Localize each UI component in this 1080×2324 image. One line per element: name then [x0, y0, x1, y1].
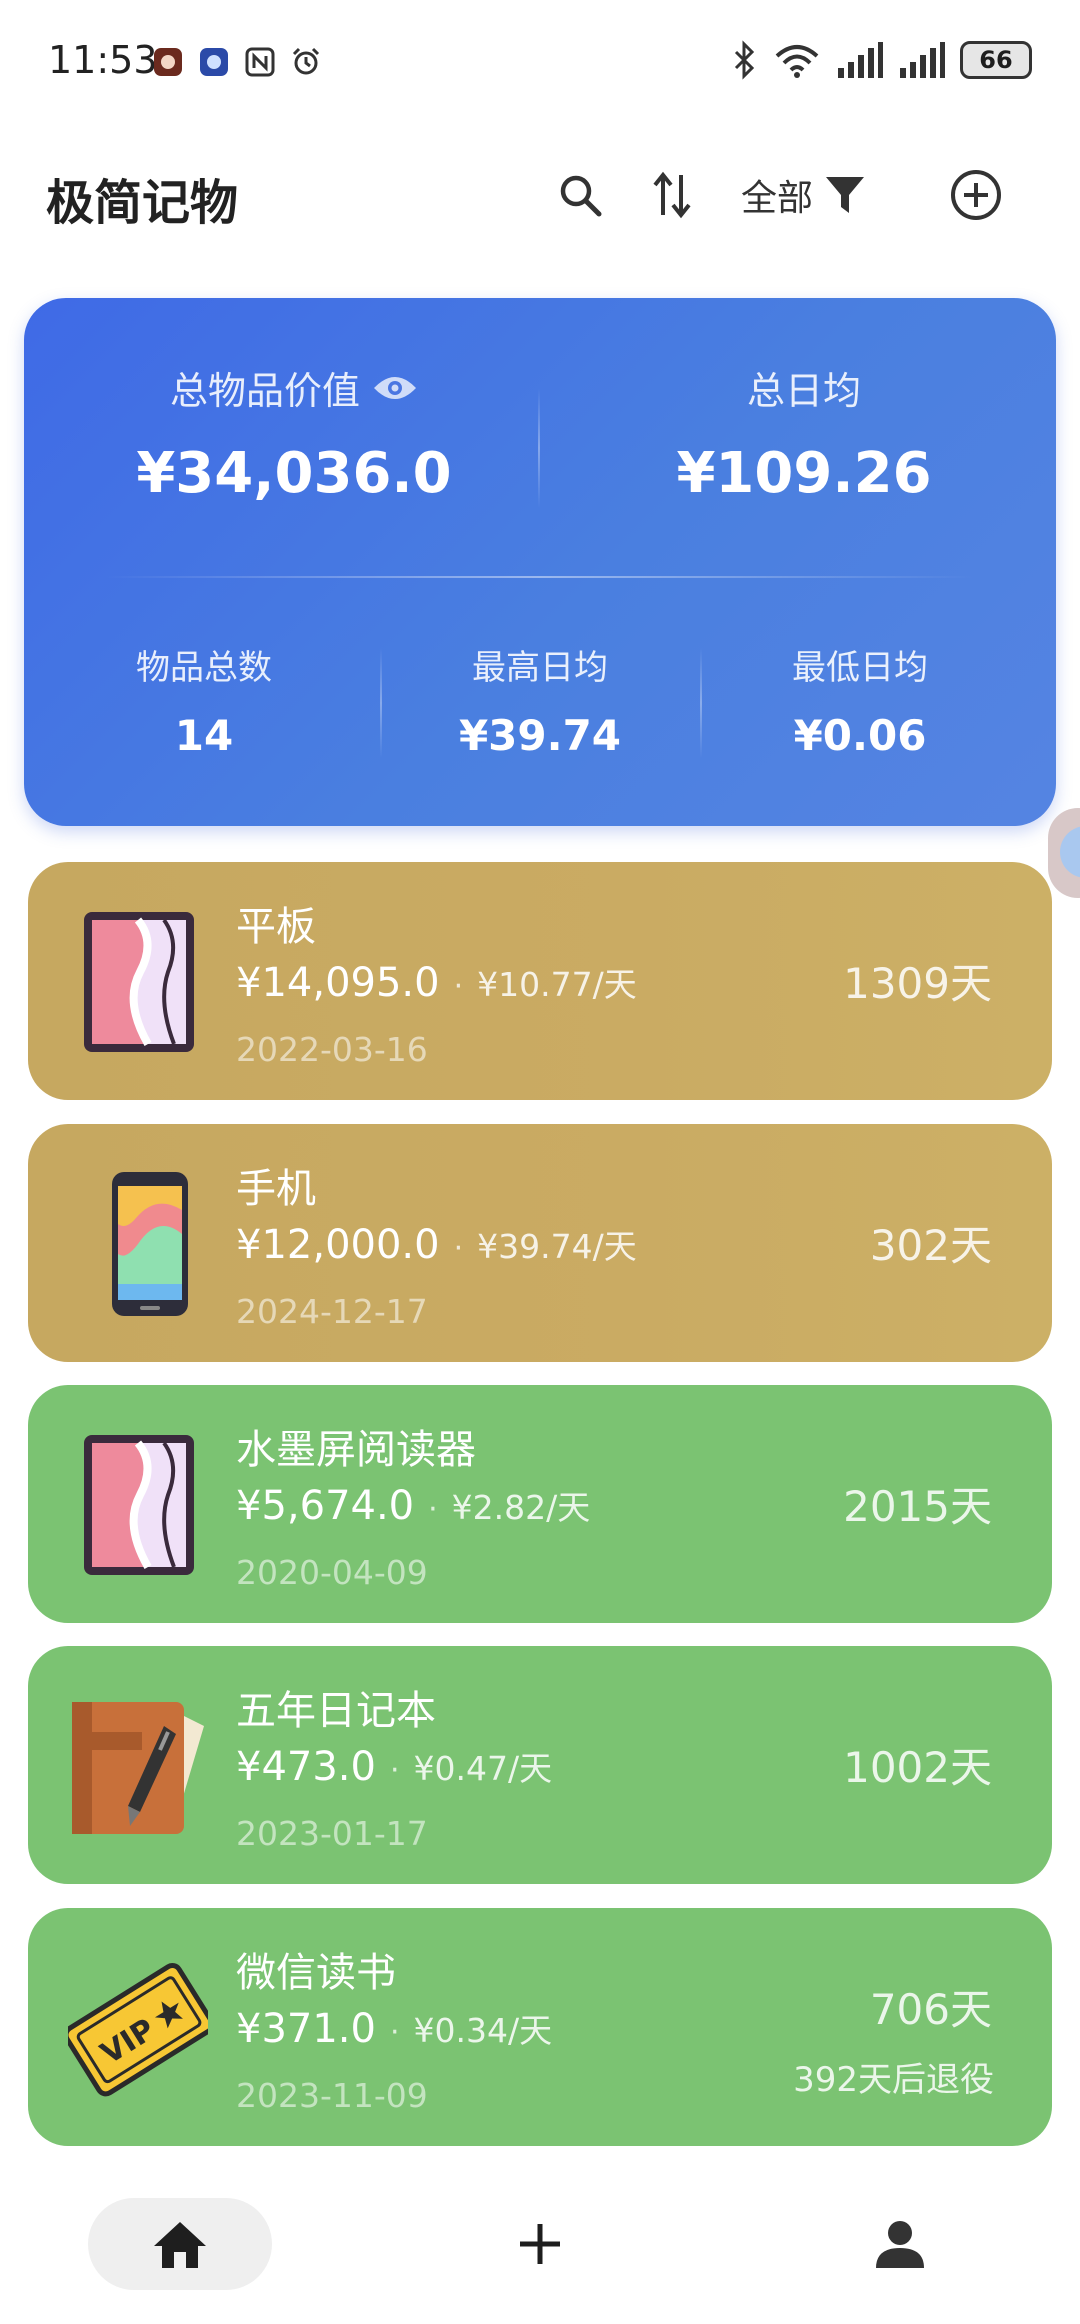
count-block: 物品总数 14	[44, 640, 364, 760]
search-button[interactable]	[548, 163, 612, 227]
item-per-day: ¥39.74/天	[477, 1227, 637, 1266]
item-price: ¥473.0	[236, 1744, 376, 1790]
item-name: 微信读书	[236, 1950, 396, 1996]
search-icon	[560, 175, 602, 217]
item-days: 706天	[869, 1985, 992, 2034]
max-daily-label: 最高日均	[472, 648, 608, 688]
item-retire-countdown: 392天后退役	[793, 2060, 994, 2100]
filter-label: 全部	[740, 178, 813, 219]
bottom-nav	[0, 2190, 1080, 2324]
item-name: 五年日记本	[236, 1688, 436, 1734]
page-title: 极简记物	[46, 175, 239, 231]
floating-assistant-bubble[interactable]	[1048, 808, 1080, 898]
tablet-icon	[84, 1435, 194, 1575]
add-item-button[interactable]	[944, 163, 1008, 227]
bluetooth-icon	[734, 40, 755, 80]
signal-icon	[838, 42, 883, 78]
add-circle-icon	[951, 170, 1001, 220]
filter-icon	[826, 177, 864, 213]
min-daily-value: ¥0.06	[793, 711, 927, 760]
item-days: 2015天	[843, 1482, 992, 1531]
nav-home-tab[interactable]	[88, 2198, 272, 2290]
filter-button[interactable]: 全部	[734, 163, 874, 227]
divider	[538, 388, 540, 508]
item-price-row: ¥12,000.0 · ¥39.74/天	[236, 1220, 637, 1268]
separator-dot: ·	[453, 1231, 464, 1266]
daily-avg-block: 总日均 ¥109.26	[584, 360, 1024, 506]
tablet-icon	[84, 912, 194, 1052]
item-price-row: ¥473.0 · ¥0.47/天	[236, 1742, 552, 1790]
separator-dot: ·	[389, 2015, 400, 2050]
signal-icon	[900, 42, 945, 78]
notification-icons	[152, 46, 322, 78]
item-name: 水墨屏阅读器	[236, 1427, 476, 1473]
summary-card: 总物品价值 ¥34,036.0 总日均 ¥109.26 物品总数 14 最高日均…	[24, 298, 1056, 826]
item-card[interactable]: 平板 ¥14,095.0 · ¥10.77/天 2022-03-16 1309天	[28, 862, 1052, 1100]
item-price: ¥371.0	[236, 2006, 376, 2052]
app-screen: 11:53 66 极简记物 全部 总物品价值 ¥34,036.0 总日均 ¥10…	[0, 0, 1080, 2324]
nfc-icon	[245, 47, 275, 77]
total-value-block: 总物品价值 ¥34,036.0	[84, 360, 504, 506]
status-right: 66	[732, 40, 1032, 80]
notebook-icon	[72, 1702, 204, 1834]
item-card[interactable]: 五年日记本 ¥473.0 · ¥0.47/天 2023-01-17 1002天	[28, 1646, 1052, 1884]
app-notification-icon	[200, 48, 228, 76]
app-header: 极简记物 全部	[0, 155, 1080, 235]
daily-avg-label: 总日均	[746, 369, 861, 413]
sort-icon	[653, 171, 691, 219]
item-date: 2023-01-17	[236, 1814, 428, 1853]
item-per-day: ¥0.34/天	[413, 2011, 553, 2050]
item-days: 1002天	[843, 1743, 992, 1792]
item-date: 2022-03-16	[236, 1030, 428, 1069]
total-value-label: 总物品价值	[169, 369, 360, 413]
item-card[interactable]: 手机 ¥12,000.0 · ¥39.74/天 2024-12-17 302天	[28, 1124, 1052, 1362]
item-price: ¥12,000.0	[236, 1222, 440, 1268]
item-price-row: ¥14,095.0 · ¥10.77/天	[236, 958, 637, 1006]
home-icon	[154, 2222, 206, 2268]
item-date: 2023-11-09	[236, 2076, 428, 2115]
item-card[interactable]: 水墨屏阅读器 ¥5,674.0 · ¥2.82/天 2020-04-09 201…	[28, 1385, 1052, 1623]
count-value: 14	[174, 711, 234, 760]
item-per-day: ¥10.77/天	[477, 965, 637, 1004]
vip-ticket-icon: VIP	[68, 1963, 208, 2097]
status-time: 11:53	[48, 38, 158, 82]
item-days: 1309天	[843, 959, 992, 1008]
item-per-day: ¥2.82/天	[451, 1488, 591, 1527]
item-card[interactable]: VIP 微信读书 ¥371.0 · ¥0.34/天 2023-11-09 706…	[28, 1908, 1052, 2146]
divider	[104, 576, 976, 578]
person-icon	[876, 2221, 924, 2268]
nav-add-tab[interactable]	[500, 2198, 580, 2290]
item-date: 2024-12-17	[236, 1292, 428, 1331]
count-label: 物品总数	[136, 648, 272, 688]
separator-dot: ·	[428, 1492, 438, 1527]
min-daily-label: 最低日均	[792, 648, 928, 688]
visibility-eye-icon[interactable]	[372, 372, 418, 404]
phone-icon	[112, 1172, 188, 1316]
max-daily-block: 最高日均 ¥39.74	[380, 640, 700, 760]
min-daily-block: 最低日均 ¥0.06	[700, 640, 1020, 760]
item-date: 2020-04-09	[236, 1553, 428, 1592]
sort-button[interactable]	[640, 163, 704, 227]
item-price-row: ¥5,674.0 · ¥2.82/天	[236, 1481, 590, 1529]
nav-profile-tab[interactable]	[860, 2198, 940, 2290]
battery-indicator: 66	[960, 41, 1032, 79]
item-per-day: ¥0.47/天	[413, 1749, 553, 1788]
plus-icon	[520, 2224, 560, 2264]
wifi-icon	[775, 45, 819, 78]
total-value: ¥34,036.0	[136, 441, 452, 506]
item-price: ¥5,674.0	[236, 1483, 415, 1529]
item-name: 手机	[236, 1166, 316, 1212]
alarm-icon	[292, 47, 320, 75]
item-name: 平板	[236, 904, 316, 950]
status-bar: 11:53 66	[0, 0, 1080, 130]
daily-avg-value: ¥109.26	[676, 441, 932, 506]
item-price-row: ¥371.0 · ¥0.34/天	[236, 2004, 552, 2052]
separator-dot: ·	[453, 969, 464, 1004]
app-notification-icon	[154, 48, 182, 76]
item-price: ¥14,095.0	[236, 960, 440, 1006]
max-daily-value: ¥39.74	[458, 711, 622, 760]
item-days: 302天	[869, 1221, 992, 1270]
separator-dot: ·	[389, 1753, 400, 1788]
